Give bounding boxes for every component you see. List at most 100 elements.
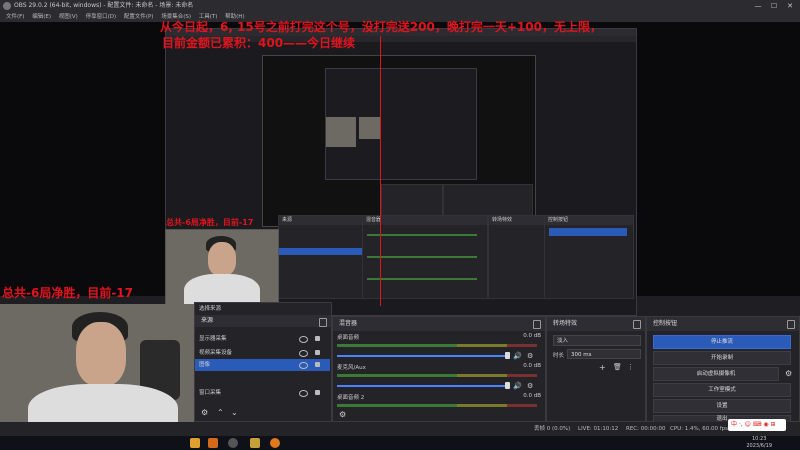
speaker-icon[interactable]: 🔊 (513, 382, 522, 390)
deep-webcam-thumb-2 (359, 117, 381, 139)
stop-streaming-button[interactable]: 停止推流 (653, 335, 791, 349)
nested-mixer-header: 混音器 (363, 216, 487, 225)
settings-gear-icon[interactable]: ⚙ (201, 408, 208, 417)
duration-value: 300 ms (571, 352, 592, 358)
nested-selected-source (279, 248, 363, 255)
ime-toolbar[interactable]: 中 ·, ☺ ⌨ ◉ ⊞ (728, 419, 786, 431)
system-clock[interactable]: 10:23 2023/6/19 (746, 436, 772, 450)
channel-db: 0.0 dB (523, 333, 541, 339)
volume-knob[interactable] (505, 382, 510, 389)
nested-preview (262, 55, 536, 227)
source-item[interactable]: 窗口采集 (195, 387, 330, 399)
move-up-icon[interactable]: ⌃ (217, 408, 224, 417)
window-title: OBS 29.0.2 (64-bit, windows) - 配置文件: 未命名… (14, 2, 194, 9)
nested-sources-header: 来源 (279, 216, 363, 225)
minimize-icon[interactable]: — (750, 0, 766, 12)
audio-mixer-dock: 混音器 桌面音频 0.0 dB 🔊 ⚙ 麦克风/Aux 0.0 dB 🔊 ⚙ 桌… (332, 316, 546, 422)
duration-input[interactable]: 300 ms (567, 349, 641, 359)
start-recording-button[interactable]: 开始录制 (653, 351, 791, 365)
start-virtual-camera-button[interactable]: 启动虚拟摄像机 (653, 367, 779, 381)
windows-taskbar: 10:23 2023/6/19 (0, 436, 800, 450)
nested-obs-window: 来源 混音器 转场特效 控制按钮 总共-6局净胜，目前-17 (165, 28, 637, 316)
transition-type: 淡入 (557, 338, 569, 344)
main-record-text: 总共-6局净胜，目前-17 (2, 286, 134, 300)
lock-icon[interactable] (315, 390, 320, 395)
delete-icon[interactable]: 🗑 (613, 363, 622, 371)
source-item[interactable]: 视频采集设备 (195, 347, 330, 359)
source-label: 视频采集设备 (199, 350, 233, 356)
add-icon[interactable]: + (599, 363, 606, 372)
transition-select[interactable]: 淡入 (553, 335, 641, 346)
dropped-frames: 丢帧 0 (0.0%) (534, 426, 571, 432)
channel-name: 麦克风/Aux (337, 365, 366, 371)
sources-dock: 选择来源 来源 显示器采集 视频采集设备 图像 窗口采集 ⚙ ⌃ ⌄ (194, 302, 332, 422)
game-icon[interactable] (250, 438, 260, 448)
virtual-camera-gear-icon[interactable]: ⚙ (785, 369, 792, 378)
gear-icon[interactable]: ⚙ (527, 382, 533, 390)
source-item[interactable]: 显示器采集 (195, 333, 330, 345)
volume-slider[interactable] (337, 385, 507, 387)
dock-float-icon[interactable] (533, 320, 541, 329)
volume-slider[interactable] (337, 355, 507, 357)
mixer-channel: 麦克风/Aux 0.0 dB 🔊 ⚙ (337, 363, 547, 395)
mixer-channel: 桌面音频 0.0 dB 🔊 ⚙ (337, 333, 547, 365)
controls-dock: 控制按钮 停止推流 开始录制 启动虚拟摄像机 ⚙ 工作室模式 设置 退出 (646, 316, 800, 423)
nested-webcam-record: 总共-6局净胜，目前-17 (166, 218, 254, 227)
menu-docks[interactable]: 停靠窗口(D) (86, 12, 117, 22)
channel-db: 0.0 dB (523, 393, 541, 399)
volume-knob[interactable] (505, 352, 510, 359)
obs-taskbar-icon[interactable] (228, 438, 238, 448)
settings-button[interactable]: 设置 (653, 399, 791, 413)
visibility-eye-icon[interactable] (299, 362, 308, 369)
app-icon[interactable] (208, 438, 218, 448)
more-icon[interactable]: ⋮ (627, 363, 634, 371)
lock-icon[interactable] (315, 362, 320, 367)
maximize-icon[interactable]: ☐ (766, 0, 782, 12)
dock-float-icon[interactable] (633, 320, 641, 329)
main-webcam (0, 304, 194, 436)
gear-icon[interactable]: ⚙ (527, 352, 533, 360)
obs-logo-icon (3, 2, 11, 10)
visibility-eye-icon[interactable] (299, 336, 308, 343)
menu-edit[interactable]: 编辑(E) (32, 12, 51, 22)
close-icon[interactable]: ✕ (782, 0, 798, 12)
visibility-eye-icon[interactable] (299, 390, 308, 397)
nested-controls-panel: 控制按钮 (544, 215, 634, 299)
live-timer: LIVE: 01:10:12 (578, 426, 619, 432)
browser-icon[interactable] (270, 438, 280, 448)
source-item-selected[interactable]: 图像 (195, 359, 330, 371)
nested-webcam (165, 229, 279, 309)
menu-profile[interactable]: 配置文件(P) (124, 12, 154, 22)
lock-icon[interactable] (315, 336, 320, 341)
sources-title: 来源 (201, 317, 214, 324)
menu-file[interactable]: 文件(F) (6, 12, 24, 22)
channel-name: 桌面音频 2 (337, 395, 365, 401)
visibility-eye-icon[interactable] (299, 350, 308, 357)
channel-db: 0.0 dB (523, 363, 541, 369)
preview-canvas[interactable]: 来源 混音器 转场特效 控制按钮 总共-6局净胜，目前-17 从今日起，6, 1… (0, 20, 800, 316)
sources-header: 来源 (195, 315, 331, 327)
source-label: 显示器采集 (199, 336, 227, 342)
lock-icon[interactable] (315, 350, 320, 355)
volume-meter (337, 344, 537, 347)
dock-float-icon[interactable] (787, 320, 795, 329)
volume-meter (337, 404, 537, 407)
deep-webcam-thumb (326, 117, 356, 147)
window-titlebar: OBS 29.0.2 (64-bit, windows) - 配置文件: 未命名… (0, 0, 800, 12)
speaker-icon[interactable]: 🔊 (513, 352, 522, 360)
nested-transitions-header: 转场特效 (489, 216, 545, 225)
overlay-amount-text: 目前金额已累积：400——今日继续 (162, 36, 356, 50)
studio-mode-button[interactable]: 工作室模式 (653, 383, 791, 397)
nested-controls-header: 控制按钮 (545, 216, 633, 225)
transitions-title: 转场特效 (553, 320, 578, 327)
dock-float-icon[interactable] (319, 318, 327, 327)
clock-date: 2023/6/19 (746, 443, 772, 449)
mixer-gear-icon[interactable]: ⚙ (339, 410, 346, 419)
menu-view[interactable]: 视图(V) (59, 12, 78, 22)
status-bar: 丢帧 0 (0.0%) LIVE: 01:10:12 REC: 00:00:00… (0, 422, 800, 436)
nested-sources-panel: 来源 (278, 215, 364, 299)
scene-transitions-dock: 转场特效 淡入 时长 300 ms + 🗑 ⋮ (546, 316, 646, 422)
explorer-icon[interactable] (190, 438, 200, 448)
move-down-icon[interactable]: ⌄ (231, 408, 238, 417)
transitions-header: 转场特效 (547, 317, 645, 331)
